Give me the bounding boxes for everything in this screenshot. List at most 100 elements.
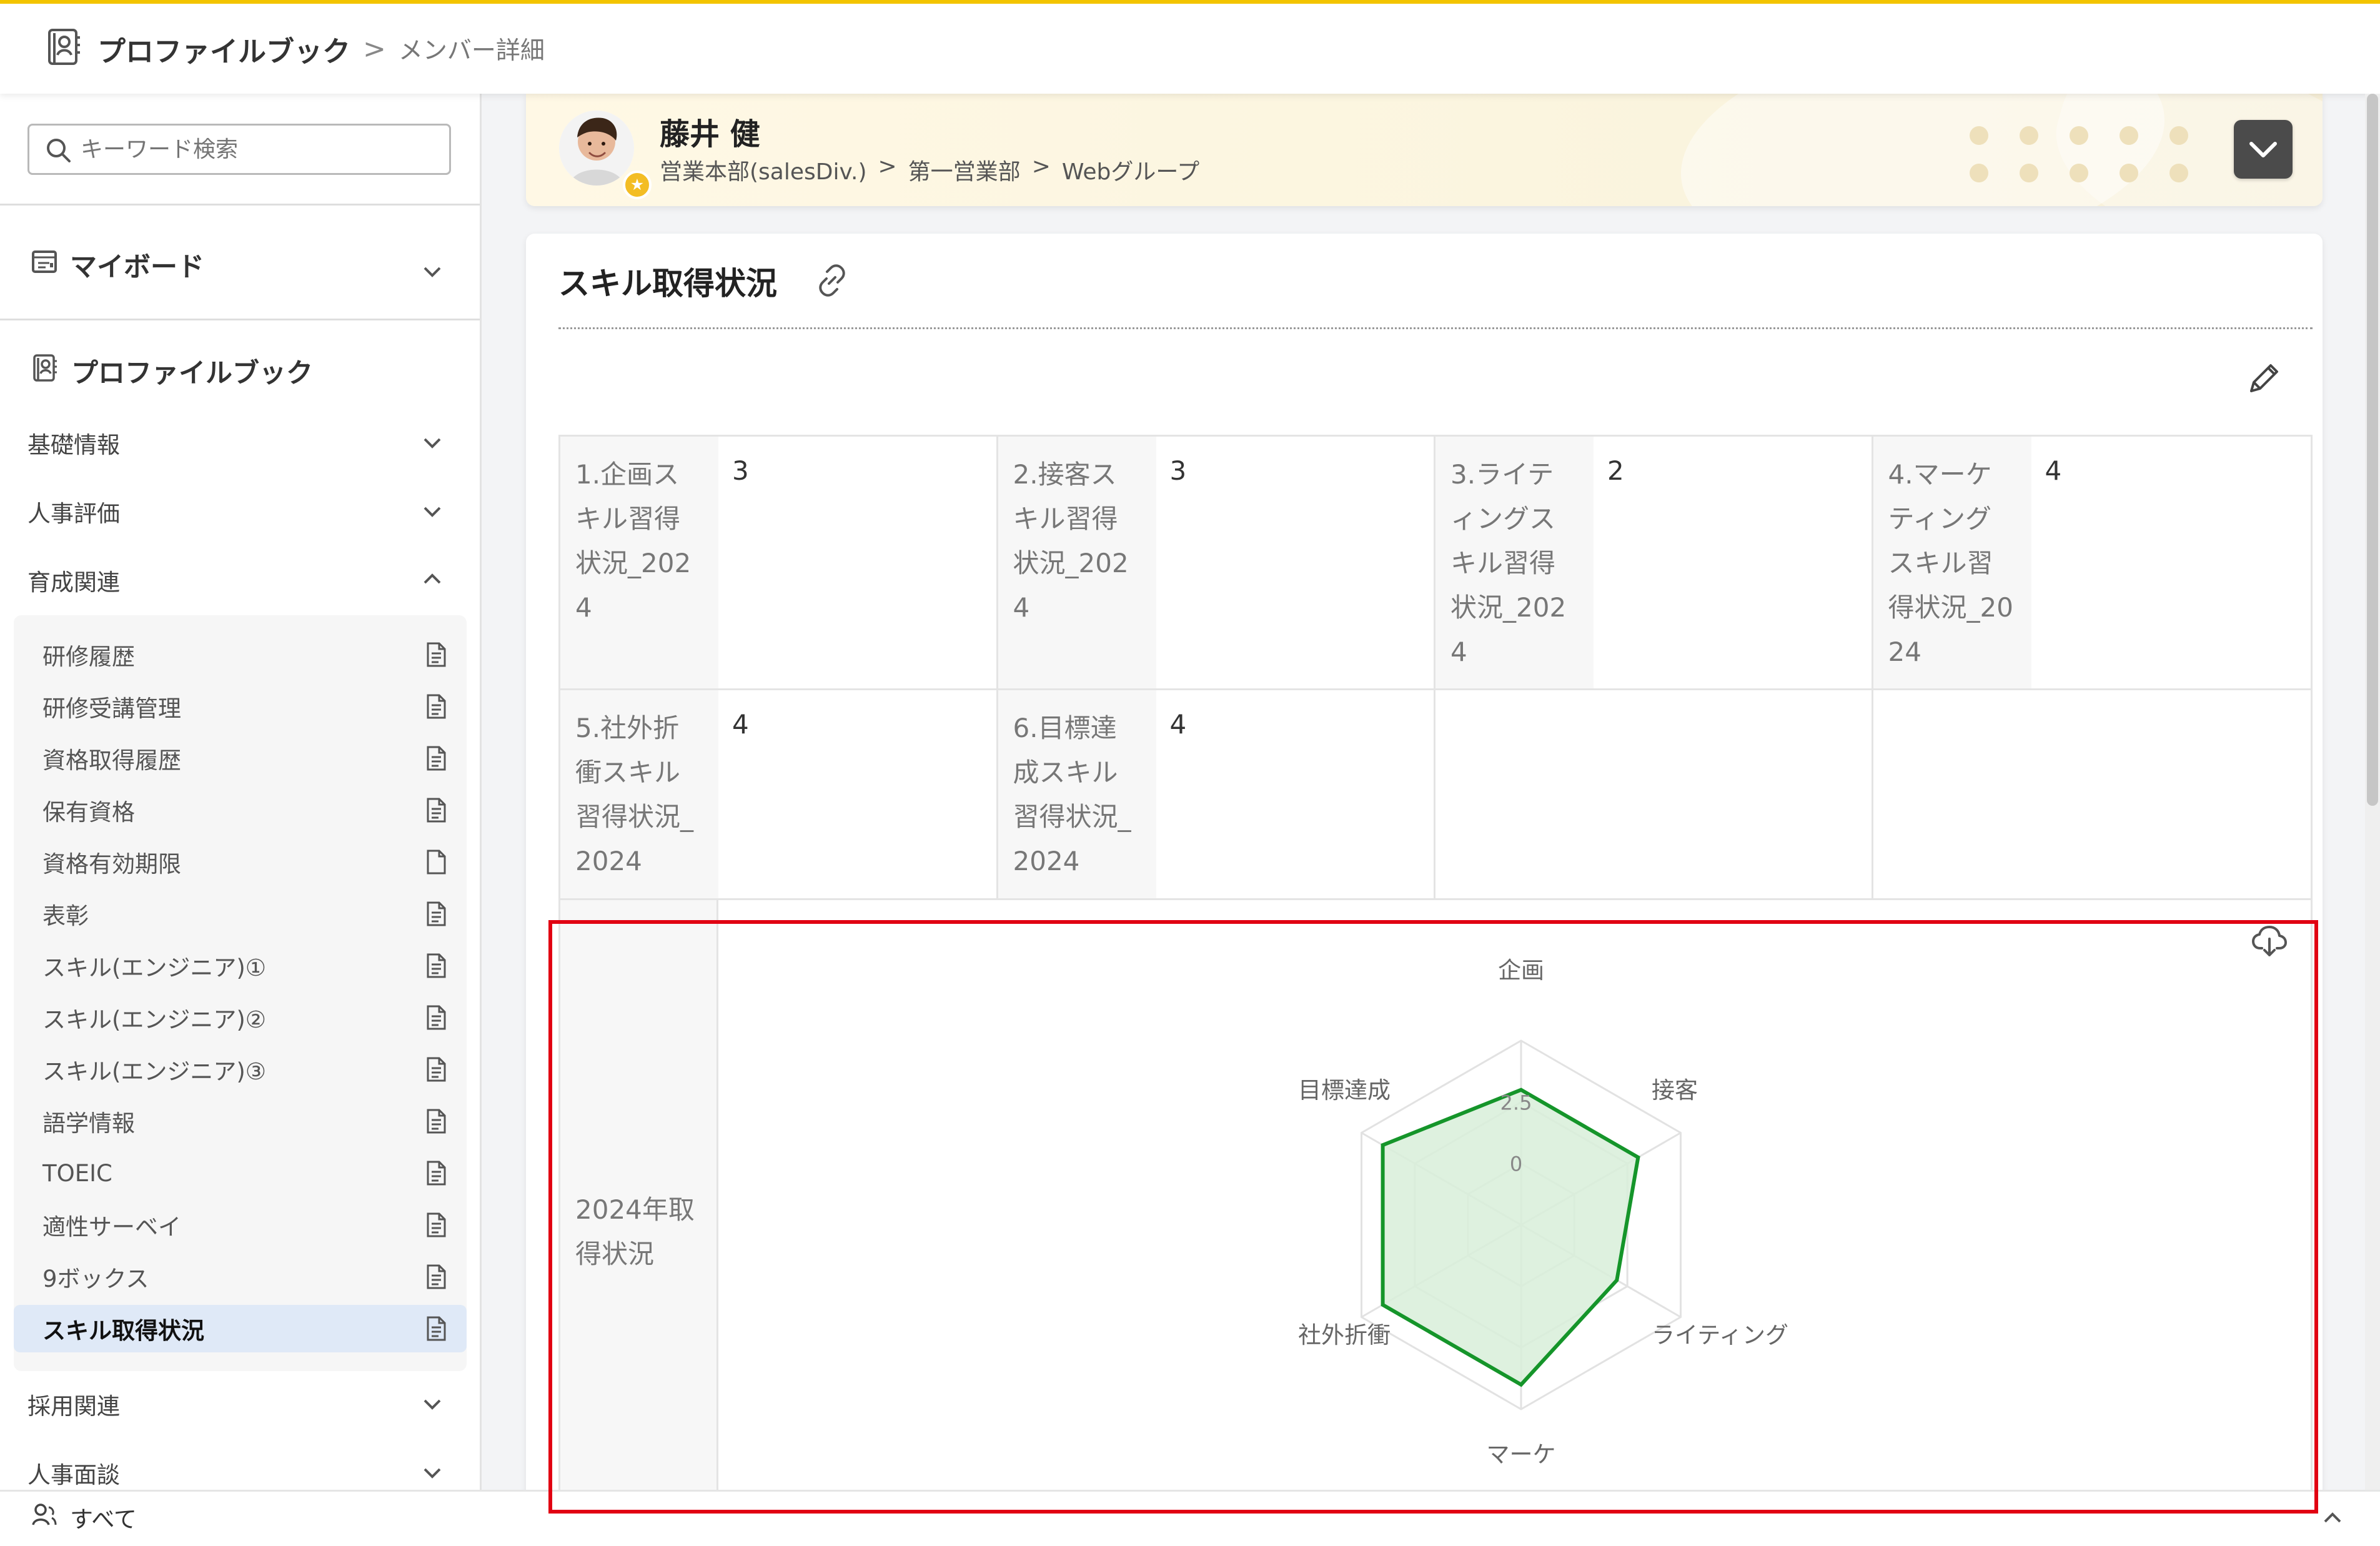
radar-category-label-1: 企画 [1498, 957, 1544, 984]
hr-evaluation-chevron-down-icon[interactable] [419, 498, 446, 525]
sidebar-item-training-attendance[interactable]: 研修受講管理 [14, 683, 467, 730]
skill-acquisition-grid: 1.企画ス キル習得 状況_202 4 3 2.接客ス キル習得 状況_202 … [558, 435, 2313, 1520]
skill-cell: 6.目標達 成スキル 習得状況_ 2024 4 [998, 690, 1435, 898]
sidebar-item-label: 研修受講管理 [42, 695, 181, 722]
hr-interview-chevron-down-icon[interactable] [419, 1459, 446, 1487]
sidebar-item-skill-engineer-2[interactable]: スキル(エンジニア)② [14, 994, 467, 1041]
sidebar-item-aptitude-survey[interactable]: 適性サーベイ [14, 1201, 467, 1249]
person-icon [30, 1501, 57, 1534]
member-path-separator: > [1031, 154, 1051, 179]
chevron-down-icon [2249, 142, 2277, 157]
sidebar-item-training-history[interactable]: 研修履歴 [14, 631, 467, 678]
document-lines-icon [423, 1211, 449, 1244]
radar-tick-label: 0 [1510, 1152, 1522, 1176]
member-organization-path: 営業本部(salesDiv.) > 第一営業部 > Webグループ [660, 154, 1199, 186]
main-scrollbar-thumb[interactable] [2367, 94, 2378, 806]
skill-radar-chart: 0 2.5 企画接客ライティングマーケ 社外折衝 目標達成 [1298, 957, 1788, 1468]
empty-skill-cell [1435, 690, 1873, 898]
top-header: プロファイルブック > メンバー詳細 [0, 0, 2380, 94]
member-group: Webグループ [1061, 159, 1200, 185]
breadcrumb-profilebook-link[interactable]: プロファイルブック [97, 29, 350, 69]
sidebar-item-label: 資格有効期限 [42, 851, 181, 878]
chevron-up-icon[interactable] [2319, 1504, 2346, 1534]
radar-category-label-3: ライティング [1652, 1322, 1788, 1349]
edit-pencil-icon[interactable] [2244, 360, 2283, 401]
sidebar-item-nine-box[interactable]: 9ボックス [14, 1253, 467, 1301]
skill-label: 2.接客ス キル習得 状況_202 4 [998, 437, 1156, 688]
radar-series-area [1381, 1088, 1640, 1387]
sidebar-section-hr-evaluation[interactable]: 人事評価 [27, 489, 452, 534]
sidebar-section-development[interactable]: 育成関連 [27, 558, 452, 603]
sidebar-item-label: スキル(エンジニア)① [42, 954, 267, 981]
keyword-search-box[interactable] [27, 124, 451, 175]
development-chevron-up-icon[interactable] [419, 565, 446, 593]
sidebar-item-language-info[interactable]: 語学情報 [14, 1098, 467, 1145]
sidebar-item-label: 適性サーベイ [42, 1214, 181, 1241]
document-lines-icon [423, 641, 449, 674]
sidebar-section-basic-info[interactable]: 基礎情報 [27, 420, 452, 465]
sidebar-item-held-certifications[interactable]: 保有資格 [14, 786, 467, 834]
sidebar-item-toeic[interactable]: TOEIC [14, 1149, 467, 1197]
document-lines-icon [423, 900, 449, 933]
document-lines-icon [423, 1004, 449, 1037]
document-lines-icon [423, 796, 449, 830]
skill-label: 5.社外折 衝スキル 習得状況_ 2024 [560, 690, 718, 898]
skill-value: 4 [732, 709, 749, 740]
sidebar-section-label: 人事面談 [27, 1462, 120, 1489]
sidebar-section-label: 人事評価 [27, 500, 120, 527]
sidebar-item-label: 表彰 [42, 903, 89, 929]
document-lines-icon [423, 745, 449, 778]
document-lines-icon [423, 693, 449, 726]
skill-value: 2 [1607, 455, 1624, 486]
profile-expand-button[interactable] [2234, 120, 2293, 179]
sidebar-item-label: スキル(エンジニア)② [42, 1006, 267, 1033]
skill-value: 4 [2045, 455, 2062, 486]
sidebar-item-label: 資格取得履歴 [42, 747, 181, 774]
document-lines-icon [423, 1056, 449, 1089]
profilebook-icon [30, 353, 60, 390]
profilebook-menu[interactable]: プロファイルブック [30, 350, 313, 392]
myboard-chevron-down-icon[interactable] [419, 258, 446, 285]
sidebar-section-hr-interview[interactable]: 人事面談 [27, 1450, 452, 1490]
skill-cell: 1.企画ス キル習得 状況_202 4 3 [560, 437, 998, 688]
chart-row-label: 2024年取 得状況 [560, 900, 718, 1520]
document-lines-icon [423, 1315, 449, 1348]
skill-label: 6.目標達 成スキル 習得状況_ 2024 [998, 690, 1156, 898]
skill-cell: 2.接客ス キル習得 状況_202 4 3 [998, 437, 1435, 688]
sidebar-footer: すべて [0, 1490, 2380, 1546]
sidebar-item-certification-history[interactable]: 資格取得履歴 [14, 735, 467, 782]
skill-cell: 5.社外折 衝スキル 習得状況_ 2024 4 [560, 690, 998, 898]
sidebar-divider [0, 319, 480, 320]
recruitment-chevron-down-icon[interactable] [419, 1390, 446, 1418]
member-detail-screen: プロファイルブック > メンバー詳細 マイボー [0, 0, 2380, 1546]
basic-info-chevron-down-icon[interactable] [419, 429, 446, 457]
sidebar-item-certification-expiry[interactable]: 資格有効期限 [14, 838, 467, 886]
skill-value: 3 [732, 455, 749, 486]
member-division: 営業本部(salesDiv.) [660, 159, 867, 185]
sidebar-item-awards[interactable]: 表彰 [14, 890, 467, 938]
myboard-label: マイボード [70, 252, 204, 283]
sidebar-item-skill-engineer-3[interactable]: スキル(エンジニア)③ [14, 1046, 467, 1093]
sidebar-section-recruitment[interactable]: 採用関連 [27, 1382, 452, 1427]
skill-label: 3.ライテ ィングス キル習得 状況_202 4 [1435, 437, 1594, 688]
sidebar-item-skill-acquisition-status[interactable]: スキル取得状況 [14, 1305, 467, 1352]
radar-category-label-5: 社外折衝 [1298, 1322, 1391, 1349]
member-profile-card: ★ 藤井 健 営業本部(salesDiv.) > 第一営業部 > Webグループ [526, 94, 2323, 206]
star-badge-icon: ★ [623, 171, 652, 199]
skill-chart-row: 2024年取 得状況 0 2.5 企画 接客 ライティング マーケ 社外折衝 目標達成 [560, 900, 2311, 1520]
decorative-dot-grid [1970, 126, 2188, 182]
document-lines-icon [423, 1107, 449, 1141]
skill-row: 1.企画ス キル習得 状況_202 4 3 2.接客ス キル習得 状況_202 … [560, 437, 2311, 690]
breadcrumb-current-page: メンバー詳細 [398, 37, 545, 65]
keyword-search-input[interactable] [79, 132, 429, 166]
sidebar-item-label: 語学情報 [42, 1110, 135, 1137]
sidebar-item-skill-engineer-1[interactable]: スキル(エンジニア)① [14, 942, 467, 989]
myboard-menu[interactable]: マイボード [30, 244, 204, 285]
sidebar-section-label: 採用関連 [27, 1393, 120, 1420]
all-members-toggle[interactable]: すべて [30, 1500, 137, 1534]
search-icon [44, 136, 73, 167]
skill-cell: 3.ライテ ィングス キル習得 状況_202 4 2 [1435, 437, 1873, 688]
skill-cell: 4.マーケ ティング スキル習 得状況_20 24 4 [1873, 437, 2311, 688]
link-icon[interactable] [813, 262, 851, 302]
skill-row: 5.社外折 衝スキル 習得状況_ 2024 4 6.目標達 成スキル 習得状況_… [560, 690, 2311, 900]
